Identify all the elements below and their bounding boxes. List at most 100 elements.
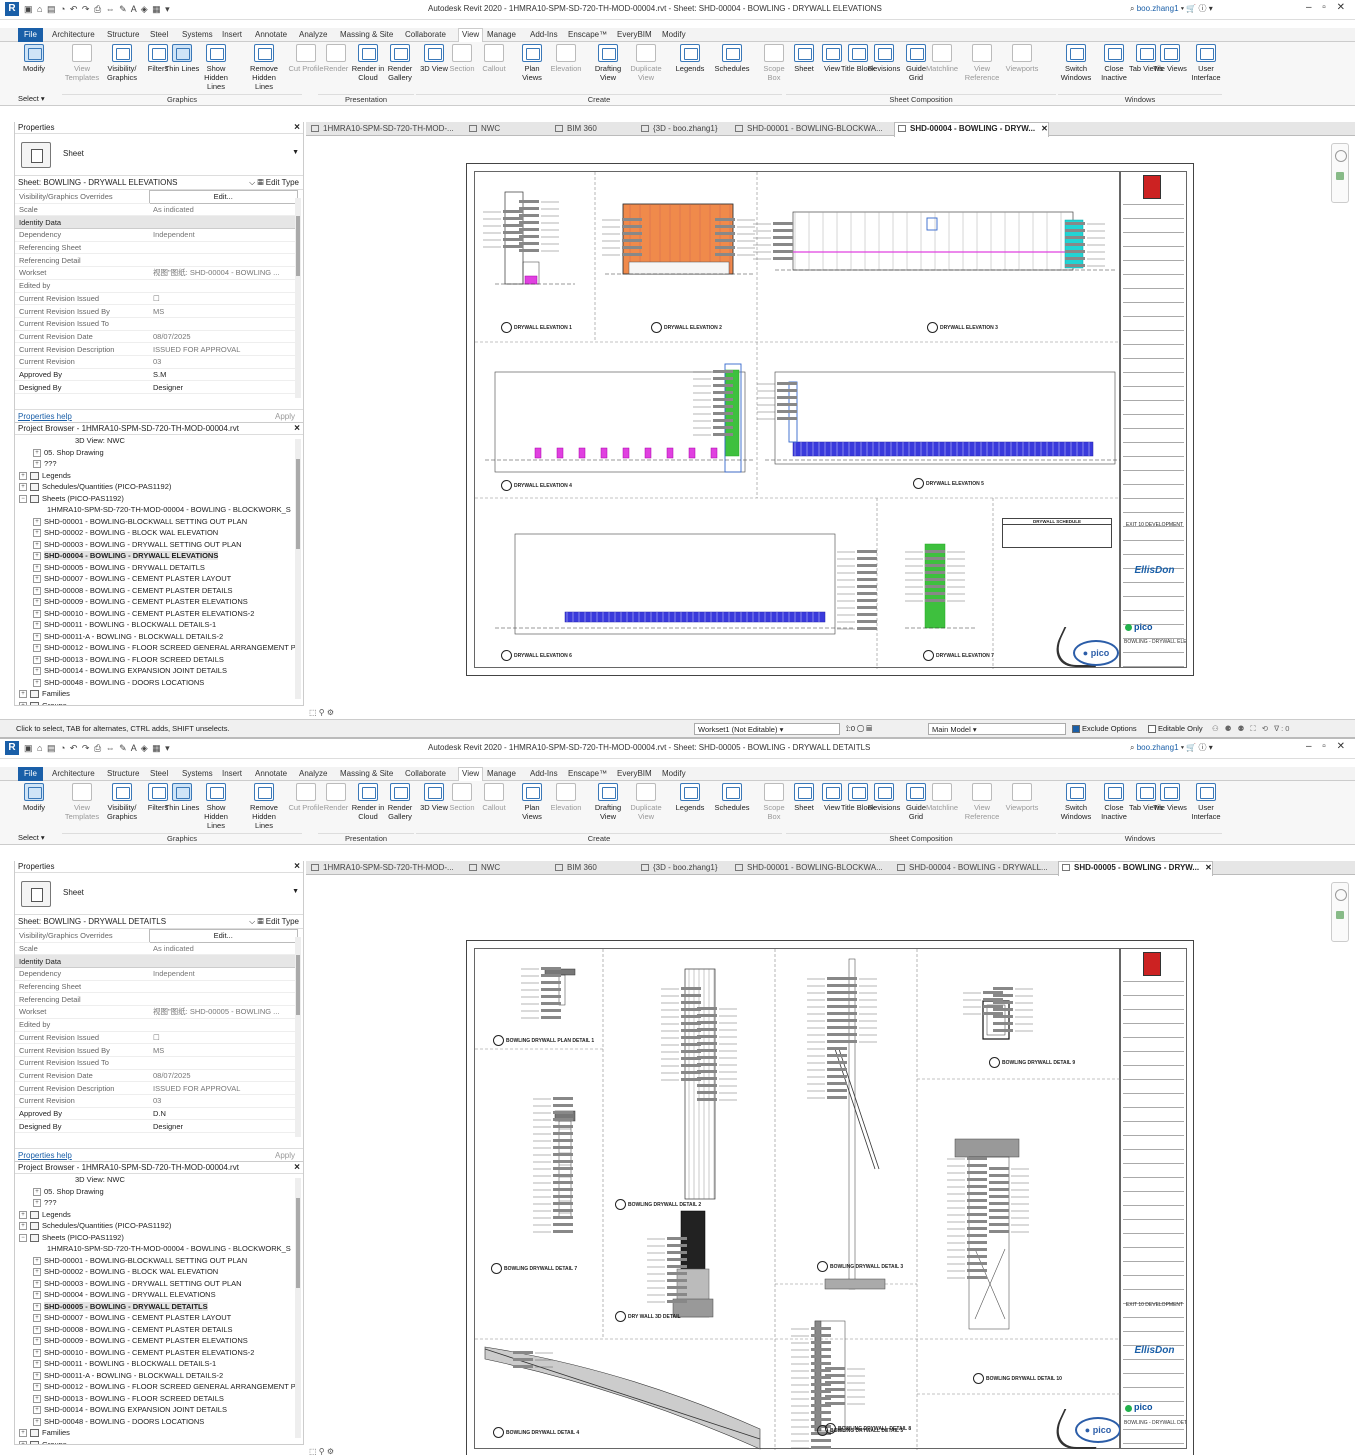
view-tab[interactable]: 1HMRA10-SPM-SD-720-TH-MOD-... — [308, 862, 454, 875]
view-tab[interactable]: SHD-00001 - BOWLING-BLOCKWA... — [732, 123, 883, 136]
expand-icon[interactable]: + — [33, 575, 41, 584]
expand-icon[interactable]: + — [33, 517, 41, 526]
select-dropdown[interactable]: Select ▾ — [18, 833, 45, 842]
edit-type-button[interactable]: ⌵ ▦ Edit Type — [249, 915, 299, 929]
property-row[interactable]: Approved By S.M — [15, 368, 298, 382]
chevron-down-icon[interactable]: ▼ — [292, 149, 299, 156]
property-row[interactable]: Referencing Sheet — [15, 241, 298, 255]
elevation-button[interactable]: Elevation — [548, 783, 584, 829]
browser-item[interactable]: + Legends — [15, 470, 303, 482]
view-title[interactable]: DRYWALL ELEVATION 1 — [501, 322, 572, 333]
user-area[interactable]: ⌕ boo.zhang1 ▾ 🛒 ⓘ ▾ — [1130, 742, 1213, 753]
edit-overrides-button[interactable]: Edit... — [148, 190, 298, 204]
expand-icon[interactable]: + — [19, 483, 27, 492]
view-tab[interactable]: NWC — [466, 862, 500, 875]
property-row[interactable]: Dependency Independent — [15, 228, 298, 242]
exclude-options-checkbox[interactable]: Exclude Options — [1072, 720, 1137, 737]
property-row[interactable]: Edited by — [15, 1018, 298, 1032]
view-title[interactable]: BOWLING DRYWALL DETAIL 4 — [493, 1427, 579, 1438]
expand-icon[interactable]: + — [19, 690, 27, 699]
property-row[interactable]: Referencing Sheet — [15, 980, 298, 994]
property-value[interactable]: Designer — [149, 380, 298, 394]
view-tab[interactable]: NWC — [466, 123, 500, 136]
property-category[interactable]: Identity Data — [15, 215, 298, 230]
property-value[interactable]: 视图"图纸: SHD-00004 - BOWLING ... — [149, 266, 298, 280]
property-value[interactable]: S.M — [149, 368, 298, 382]
quick-access-toolbar[interactable]: ▣ ⌂ ▤ ◔ ↶ ↷ ⎙ ⇔ ✎ A ◈ ▦ ▾ — [24, 743, 171, 754]
browser-item[interactable]: + SHD-00003 - BOWLING - DRYWALL SETTING O… — [15, 1278, 303, 1290]
browser-item[interactable]: + SHD-00013 - BOWLING - FLOOR SCREED DETA… — [15, 1393, 303, 1405]
browser-item[interactable]: + SHD-00011-A - BOWLING - BLOCKWALL DETAI… — [15, 631, 303, 643]
callout-button[interactable]: Callout — [476, 44, 512, 90]
select-dropdown[interactable]: Select ▾ — [18, 94, 45, 103]
property-value[interactable] — [149, 279, 298, 293]
plan-views-button[interactable]: Plan Views — [514, 783, 550, 829]
property-row[interactable]: Current Revision Issued To — [15, 317, 298, 331]
property-category[interactable]: Identity Data — [15, 954, 298, 969]
menu-tab-add-ins[interactable]: Add-Ins — [530, 29, 558, 42]
browser-item[interactable]: +??? — [15, 1197, 303, 1209]
render-gallery-button[interactable]: Render Gallery — [382, 44, 418, 90]
menu-tab-analyze[interactable]: Analyze — [299, 768, 327, 781]
menu-tab-collaborate[interactable]: Collaborate — [405, 768, 446, 781]
expand-icon[interactable]: + — [19, 701, 27, 705]
show-hidden-lines-button[interactable]: Show Hidden Lines — [198, 44, 234, 91]
close-tab-icon[interactable]: ✕ — [1205, 863, 1212, 872]
browser-item[interactable]: + SHD-00008 - BOWLING - CEMENT PLASTER DE… — [15, 585, 303, 597]
schedules-button[interactable]: Schedules — [714, 783, 750, 829]
properties-help-link[interactable]: Properties help — [18, 1151, 72, 1160]
render-button[interactable]: Render — [318, 44, 354, 90]
expand-icon[interactable]: + — [19, 1429, 27, 1438]
view-title[interactable]: DRYWALL ELEVATION 5 — [913, 478, 984, 489]
property-value[interactable]: 03 — [149, 355, 298, 369]
property-value[interactable]: D.N — [149, 1107, 298, 1121]
revit-logo-icon[interactable]: R — [5, 2, 19, 16]
show-hidden-lines-button[interactable]: Show Hidden Lines — [198, 783, 234, 830]
property-value[interactable]: Independent — [149, 228, 298, 242]
property-row[interactable]: Current Revision Description ISSUED FOR A… — [15, 342, 298, 356]
view-title[interactable]: DRYWALL ELEVATION 4 — [501, 480, 572, 491]
menu-tab-annotate[interactable]: Annotate — [255, 29, 287, 42]
close-icon[interactable]: × — [294, 1162, 300, 1174]
property-row[interactable]: Current Revision Date 08/07/2025 — [15, 1069, 298, 1083]
property-value[interactable]: ☐ — [149, 1031, 298, 1045]
browser-item[interactable]: + SHD-00011 - BOWLING - BLOCKWALL DETAILS… — [15, 619, 303, 631]
browser-item[interactable]: + SHD-00005 - BOWLING - DRYWALL DETAITLS — [15, 562, 303, 574]
menu-tab-file[interactable]: File — [18, 28, 43, 42]
revisions-button[interactable]: Revisions — [866, 44, 902, 90]
expand-icon[interactable]: + — [33, 598, 41, 607]
browser-item[interactable]: + SHD-00005 - BOWLING - DRYWALL DETAITLS — [15, 1301, 303, 1313]
property-row[interactable]: Workset 视图"图纸: SHD-00005 - BOWLING ... — [15, 1005, 298, 1019]
menu-tab-enscape-[interactable]: Enscape™ — [568, 768, 607, 781]
render-button[interactable]: Render — [318, 783, 354, 829]
legends-button[interactable]: Legends — [672, 783, 708, 829]
view-tab[interactable]: 1HMRA10-SPM-SD-720-TH-MOD-... — [308, 123, 454, 136]
menu-tab-architecture[interactable]: Architecture — [52, 29, 95, 42]
browser-item[interactable]: 3D View: NWC — [15, 435, 303, 447]
expand-icon[interactable]: + — [33, 1187, 41, 1196]
property-value[interactable] — [149, 992, 298, 1007]
modify-button[interactable]: Modify — [18, 783, 50, 829]
expand-icon[interactable]: + — [33, 1325, 41, 1334]
title-block[interactable]: EXIT 10 DEVELOPMENT EllisDon pico BOWLING -… — [1120, 948, 1187, 1449]
property-row[interactable]: Dependency Independent — [15, 967, 298, 981]
navigation-bar[interactable] — [1331, 882, 1349, 942]
expand-icon[interactable]: + — [33, 540, 41, 549]
property-value[interactable] — [149, 317, 298, 331]
view-title[interactable]: DRY WALL 3D DETAIL — [615, 1311, 681, 1322]
view-title[interactable]: DRYWALL ELEVATION 6 — [501, 650, 572, 661]
visibility-graphics-button[interactable]: Visibility/ Graphics — [104, 44, 140, 90]
navigation-bar[interactable] — [1331, 143, 1349, 203]
property-row[interactable]: Visibility/Graphics Overrides Edit... — [15, 929, 298, 943]
viewports-button[interactable]: Viewports — [1004, 44, 1040, 90]
menu-tab-file[interactable]: File — [18, 767, 43, 781]
property-value[interactable]: MS — [149, 304, 298, 318]
property-row[interactable]: Scale As indicated — [15, 942, 298, 956]
revit-logo-icon[interactable]: R — [5, 741, 19, 755]
expand-icon[interactable]: + — [33, 621, 41, 630]
browser-item[interactable]: + SHD-00012 - BOWLING - FLOOR SCREED GENE… — [15, 642, 303, 654]
view-title[interactable]: BOWLING DRYWALL DETAIL 7 — [491, 1263, 577, 1274]
property-row[interactable]: Scale As indicated — [15, 203, 298, 217]
title-block[interactable]: EXIT 10 DEVELOPMENT EllisDon pico BOWLING -… — [1120, 171, 1187, 668]
browser-item[interactable]: + Legends — [15, 1209, 303, 1221]
